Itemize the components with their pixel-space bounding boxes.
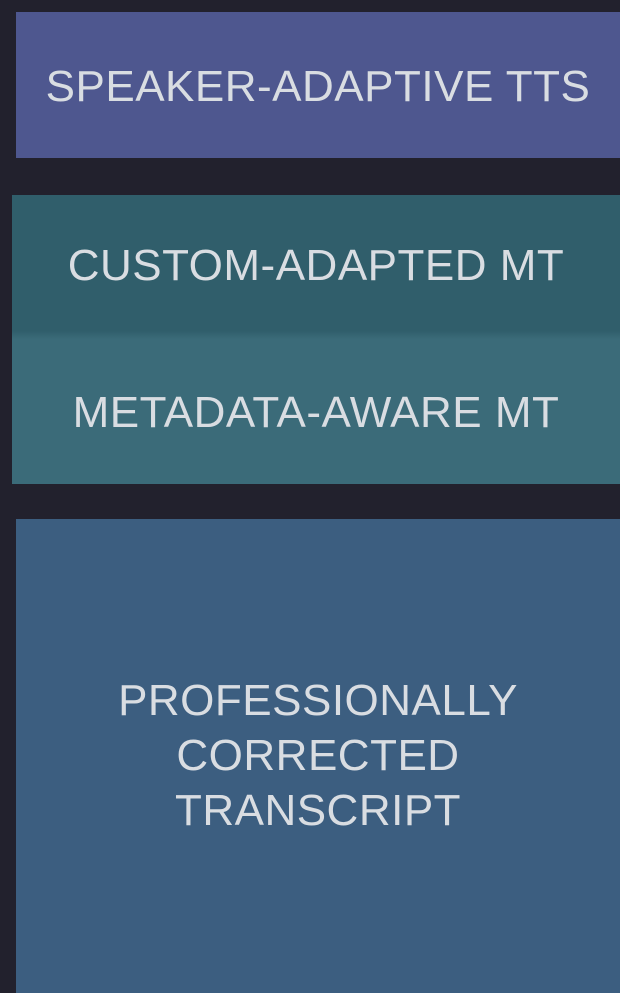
- custom-mt-block: CUSTOM-ADAPTED MT: [12, 195, 620, 335]
- tts-layer-block: SPEAKER-ADAPTIVE TTS: [16, 12, 620, 158]
- metadata-mt-block: METADATA-AWARE MT: [12, 335, 620, 484]
- tts-layer-label: SPEAKER-ADAPTIVE TTS: [45, 61, 591, 111]
- mt-gradient-divider: [12, 331, 620, 339]
- metadata-mt-label: METADATA-AWARE MT: [72, 388, 560, 437]
- custom-mt-label: CUSTOM-ADAPTED MT: [67, 240, 565, 290]
- transcript-layer-block: PROFESSIONALLY CORRECTED TRANSCRIPT: [16, 519, 620, 993]
- mt-layer-group: CUSTOM-ADAPTED MT METADATA-AWARE MT: [12, 195, 620, 484]
- transcript-label: PROFESSIONALLY CORRECTED TRANSCRIPT: [118, 676, 518, 835]
